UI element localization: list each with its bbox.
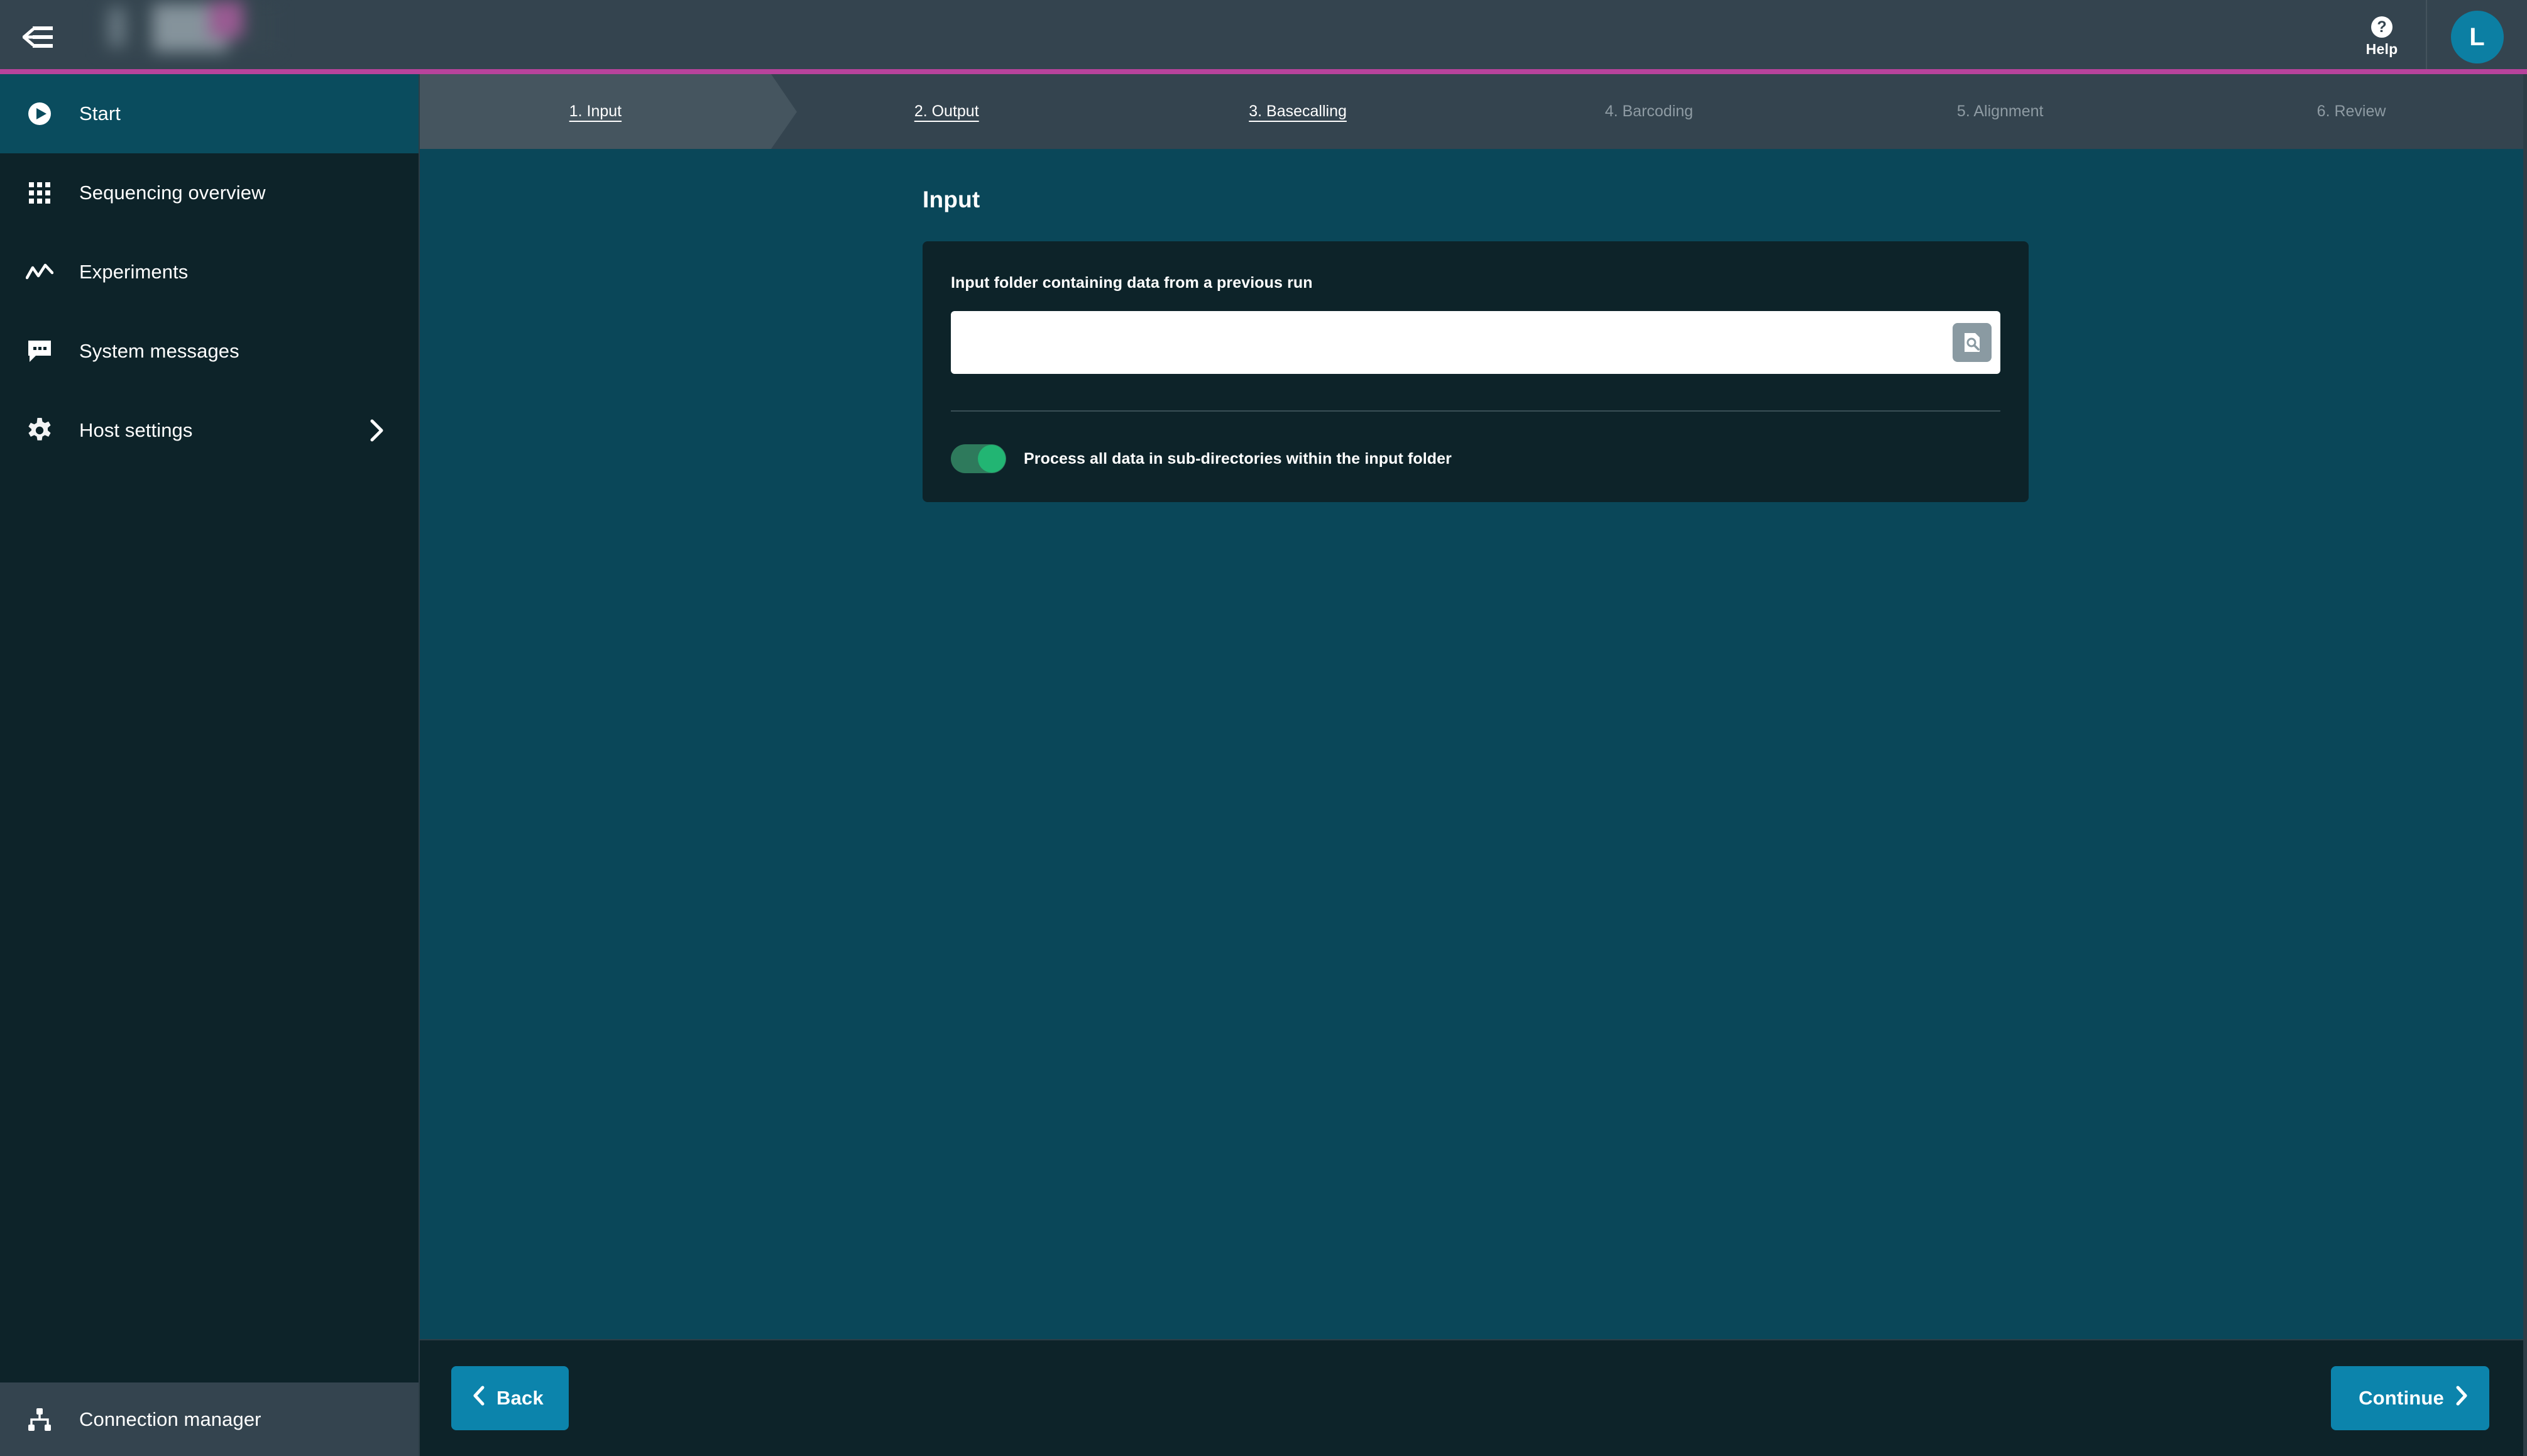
body-region: Start Sequencing overview Experiments Sy… (0, 74, 2527, 1456)
connection-manager-label: Connection manager (79, 1408, 261, 1430)
toggle-knob (978, 445, 1006, 473)
input-folder-row (951, 311, 2000, 374)
grid-icon (0, 181, 79, 205)
continue-button[interactable]: Continue (2331, 1366, 2489, 1430)
continue-button-label: Continue (2359, 1387, 2444, 1409)
play-circle-icon (0, 101, 79, 126)
gear-icon (0, 417, 79, 444)
back-button[interactable]: Back (451, 1366, 569, 1430)
file-search-icon[interactable] (1953, 323, 1992, 362)
chevron-left-icon (473, 1386, 485, 1411)
input-folder-field[interactable] (951, 311, 2000, 374)
top-header-bar: ? Help L (0, 0, 2527, 74)
wizard-action-bar: Back Continue (420, 1339, 2527, 1456)
page-title: Input (923, 187, 980, 212)
tab-label: 6. Review (2316, 102, 2386, 120)
sidebar-item-label: Start (79, 102, 121, 124)
tab-2-output[interactable]: 2. Output (771, 74, 1122, 149)
sidebar-item-host-settings[interactable]: Host settings (0, 391, 419, 470)
help-label: Help (2365, 41, 2398, 57)
tab-4-barcoding: 4. Barcoding (1473, 74, 1824, 149)
card-divider (951, 410, 2000, 412)
sidebar-item-sequencing-overview[interactable]: Sequencing overview (0, 153, 419, 233)
chevron-right-icon (370, 419, 384, 442)
chevron-right-icon (2455, 1386, 2468, 1411)
sidebar-item-start[interactable]: Start (0, 74, 419, 153)
help-button[interactable]: ? Help (2338, 0, 2427, 74)
magenta-accent-line (0, 69, 2527, 74)
subdirectories-toggle-label: Process all data in sub-directories with… (1024, 449, 1452, 468)
line-chart-icon (0, 263, 79, 282)
tab-label: 5. Alignment (1956, 102, 2044, 120)
scrollbar-track[interactable] (2523, 74, 2527, 1456)
header-right-section: ? Help L (2338, 0, 2527, 74)
sidebar-item-list: Start Sequencing overview Experiments Sy… (0, 74, 419, 470)
tab-1-input[interactable]: 1. Input (420, 74, 797, 149)
question-mark-icon: ? (2371, 16, 2393, 38)
content-scroll-region: Input Input folder containing data from … (420, 149, 2527, 1339)
sidebar-item-label: System messages (79, 340, 239, 362)
tab-label: 4. Barcoding (1604, 102, 1694, 120)
subdirectories-toggle[interactable] (951, 444, 1006, 473)
avatar: L (2450, 11, 2504, 63)
sidebar-item-system-messages[interactable]: System messages (0, 312, 419, 391)
input-folder-label: Input folder containing data from a prev… (951, 274, 1313, 292)
tab-label: 1. Input (569, 102, 622, 120)
sidebar-navigation: Start Sequencing overview Experiments Sy… (0, 74, 420, 1456)
redacted-brand-logo (97, 1, 280, 54)
main-content-area: 1. Input 2. Output 3. Basecalling 4. Bar… (420, 74, 2527, 1456)
tab-label: 2. Output (914, 102, 979, 120)
collapse-sidebar-icon[interactable] (0, 0, 75, 74)
sidebar-item-label: Experiments (79, 261, 189, 283)
chat-bubble-icon (0, 339, 79, 363)
sidebar-item-label: Host settings (79, 419, 193, 441)
input-settings-card: Input folder containing data from a prev… (923, 241, 2029, 502)
back-button-label: Back (496, 1387, 544, 1409)
sidebar-item-label: Sequencing overview (79, 182, 266, 204)
tab-label: 3. Basecalling (1249, 102, 1347, 120)
sidebar-item-experiments[interactable]: Experiments (0, 233, 419, 312)
user-avatar-button[interactable]: L (2427, 0, 2527, 74)
sitemap-icon (0, 1408, 79, 1431)
application-window: ? Help L Start Sequencing overview Exper… (0, 0, 2527, 1456)
sidebar-item-connection-manager[interactable]: Connection manager (0, 1382, 419, 1456)
wizard-step-tabs: 1. Input 2. Output 3. Basecalling 4. Bar… (420, 74, 2527, 149)
subdirectories-toggle-row: Process all data in sub-directories with… (951, 444, 2000, 473)
tab-3-basecalling[interactable]: 3. Basecalling (1122, 74, 1474, 149)
tab-5-alignment: 5. Alignment (1824, 74, 2176, 149)
content-column: Input Input folder containing data from … (923, 187, 2029, 502)
header-left-section (0, 0, 420, 74)
tab-6-review: 6. Review (2176, 74, 2527, 149)
